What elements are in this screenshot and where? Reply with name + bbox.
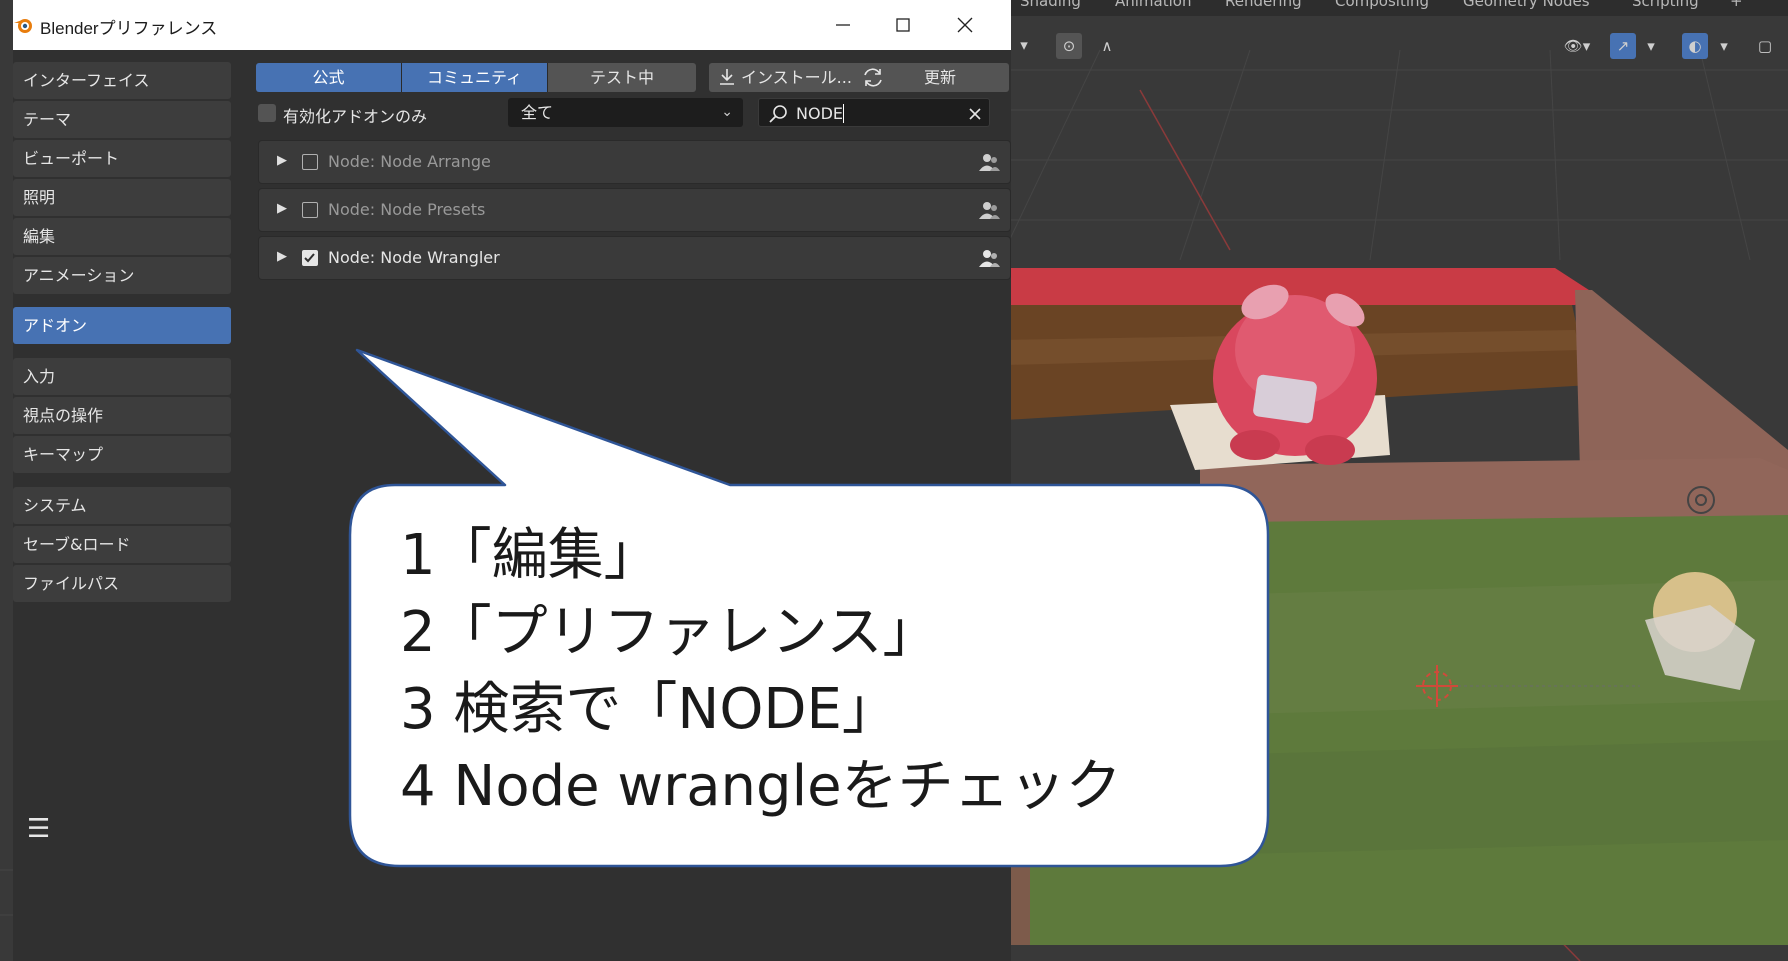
callout-step-4: 4 Node wrangleをチェック (400, 754, 1122, 819)
callout-step-3: 3 検索で「NODE」 (400, 677, 898, 742)
callout-step-2: 2「プリファレンス」 (400, 600, 939, 665)
callout-step-1: 1「編集」 (400, 523, 660, 588)
callout-instructions: 1「編集」 2「プリファレンス」 3 検索で「NODE」 4 Node wran… (400, 517, 1270, 825)
